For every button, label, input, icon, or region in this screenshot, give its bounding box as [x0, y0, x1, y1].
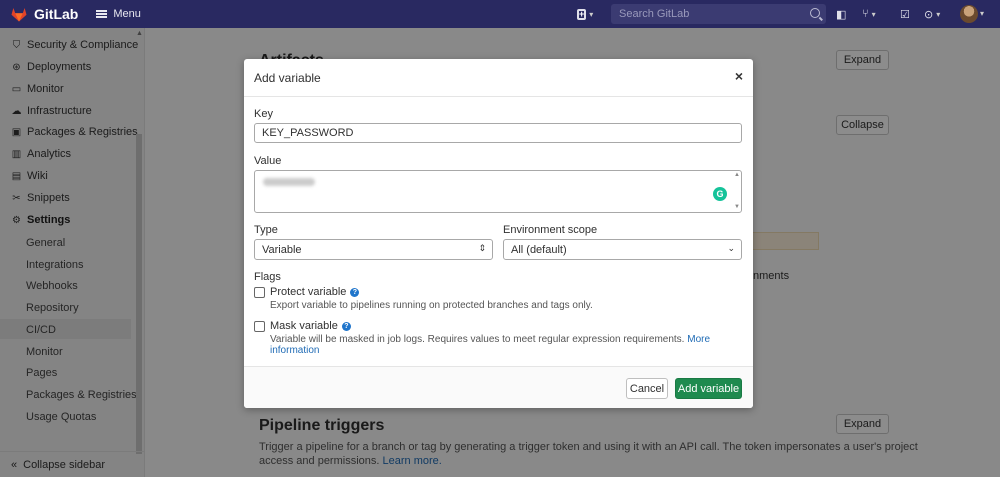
key-label: Key	[254, 108, 273, 120]
gitlab-logo-icon[interactable]	[10, 5, 28, 23]
modal-footer: Cancel Add variable	[244, 366, 753, 408]
menu-button[interactable]: Menu	[96, 8, 141, 20]
environment-scope-label: Environment scope	[503, 224, 598, 236]
mask-variable-checkbox[interactable]	[254, 321, 265, 332]
modal-title: Add variable	[254, 71, 321, 85]
masked-value	[263, 178, 315, 186]
help-icon: ⊙	[924, 8, 934, 21]
protect-variable-label: Protect variable ?	[270, 286, 360, 298]
protect-variable-help: Export variable to pipelines running on …	[270, 300, 593, 311]
issues-icon: ◧	[836, 8, 847, 21]
help-button[interactable]: ⊙ ▾	[924, 7, 940, 21]
chevron-down-icon: ▾	[936, 9, 941, 19]
chevron-down-icon: ▾	[980, 9, 985, 18]
value-label: Value	[254, 155, 282, 167]
scroll-down-icon[interactable]: ▼	[734, 204, 740, 210]
search-input[interactable]: Search GitLab	[611, 4, 826, 24]
menu-label: Menu	[113, 8, 141, 20]
user-avatar[interactable]	[960, 5, 978, 23]
question-icon[interactable]: ?	[350, 287, 360, 297]
value-textarea[interactable]: G ▲ ▼	[254, 170, 742, 213]
merge-requests-button[interactable]: ⑂ ▾	[862, 7, 876, 21]
hamburger-icon	[96, 10, 108, 18]
cancel-button[interactable]: Cancel	[626, 378, 668, 399]
grammarly-icon[interactable]: G	[713, 187, 727, 201]
issues-button[interactable]: ◧	[836, 7, 846, 21]
scroll-up-icon[interactable]: ▲	[734, 172, 740, 178]
chevron-down-icon: ▾	[589, 9, 594, 19]
environment-scope-dropdown[interactable]: All (default) ⌄	[503, 239, 742, 260]
question-icon[interactable]: ?	[341, 321, 351, 331]
modal-header: Add variable ×	[244, 59, 753, 97]
search-placeholder: Search GitLab	[619, 8, 690, 20]
add-variable-modal: Add variable × Key KEY_PASSWORD Value G …	[244, 59, 753, 408]
mask-variable-label: Mask variable ?	[270, 320, 351, 332]
type-select[interactable]: Variable ⇕	[254, 239, 493, 260]
protect-variable-checkbox[interactable]	[254, 287, 265, 298]
todo-icon: ☑	[900, 8, 910, 21]
todos-button[interactable]: ☑	[900, 7, 910, 21]
search-icon	[810, 8, 820, 18]
chevron-down-icon: ▾	[871, 9, 876, 19]
updown-chevron-icon: ⇕	[478, 243, 486, 253]
mask-variable-help: Variable will be masked in job logs. Req…	[270, 334, 711, 356]
key-input[interactable]: KEY_PASSWORD	[254, 123, 742, 143]
create-new-button[interactable]: + ▾	[577, 6, 593, 22]
type-label: Type	[254, 224, 278, 236]
merge-request-icon: ⑂	[862, 8, 869, 20]
plus-icon: +	[577, 8, 587, 20]
flags-label: Flags	[254, 271, 281, 283]
close-icon[interactable]: ×	[732, 68, 746, 84]
chevron-down-icon: ⌄	[727, 243, 735, 253]
brand-name[interactable]: GitLab	[34, 6, 78, 22]
top-navbar: GitLab Menu + ▾ Search GitLab ◧ ⑂ ▾ ☑ ⊙ ▾ ▾	[0, 0, 1000, 28]
add-variable-button[interactable]: Add variable	[675, 378, 742, 399]
